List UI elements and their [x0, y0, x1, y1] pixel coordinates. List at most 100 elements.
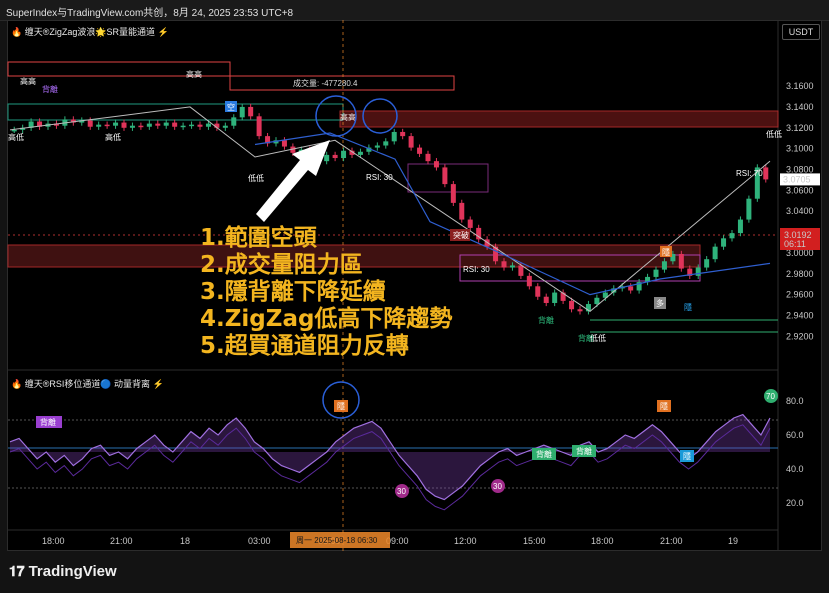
annotation-4: 4.ZigZag低高下降趨勢 — [200, 306, 453, 332]
label-hidden-bull: 隱 — [684, 302, 692, 312]
candle-body — [552, 292, 558, 303]
candle-body — [180, 125, 186, 128]
crosshair-time-label: 周一 2025-08-18 06:30 — [296, 536, 378, 545]
candle-body — [729, 233, 735, 239]
candle-body — [518, 265, 524, 276]
label-high-1: 高高 — [20, 76, 36, 86]
price-tick-label: 3.0400 — [786, 206, 814, 216]
footer-brand: TradingView — [28, 563, 117, 580]
pane2-indicator-label[interactable]: 🔥 缠天®RSI移位通道🔵 动量背离 ⚡ — [11, 377, 164, 390]
label-short: 空 — [227, 102, 235, 112]
candle-body — [172, 122, 178, 127]
candle-body — [763, 167, 769, 180]
candle-body — [433, 161, 439, 168]
price-tick-label: 2.9200 — [786, 331, 814, 341]
pane1-indicator-label[interactable]: 🔥 缠天®ZigZag波浪🌟SR量能通道 ⚡ — [11, 25, 169, 38]
label-low-mid: 高低 — [105, 132, 121, 142]
candle-body — [391, 131, 397, 142]
currency-button[interactable]: USDT — [782, 24, 820, 40]
rsi-shift-line — [9, 424, 771, 511]
rsi-tick-label: 20.0 — [786, 498, 804, 508]
candle-body — [129, 125, 135, 128]
price-tick-label: 2.9600 — [786, 290, 814, 300]
chart-canvas[interactable]: 成交量: -477280.4 3.1600 3.1400 3.1200 3.1000 3.… — [0, 0, 829, 593]
candle-body — [205, 123, 211, 127]
label-high-circle: 高高 — [340, 112, 356, 122]
rsi-tick-label: 40.0 — [786, 464, 804, 474]
candle-body — [653, 269, 659, 277]
rsi-tick-label: 80.0 — [786, 396, 804, 406]
candle-body — [113, 122, 119, 126]
candle-body — [324, 154, 330, 162]
label-peak-low: 低低 — [766, 129, 782, 139]
price-tick-label: 3.1600 — [786, 81, 814, 91]
candle-body — [163, 122, 169, 126]
annotation-5: 5.超買通道阻力反轉 — [200, 333, 409, 359]
candle-body — [341, 150, 347, 159]
label-breakout: 突破 — [453, 230, 469, 240]
label-divergence-bear: 背離 — [42, 84, 58, 94]
time-tick-label: 18:00 — [42, 536, 65, 546]
candle-body — [332, 154, 338, 159]
candle-body — [678, 253, 684, 269]
candle-body — [535, 286, 541, 297]
label-low-bottom: 低低 — [590, 333, 606, 343]
candle-body — [189, 124, 195, 127]
label-high-2: 高高 — [186, 69, 202, 79]
price-tick-label: 3.1400 — [786, 102, 814, 112]
candle-body — [121, 122, 127, 128]
candle-body — [374, 145, 380, 148]
candle-body — [704, 259, 710, 268]
candle-body — [197, 124, 203, 127]
candle-body — [712, 246, 718, 260]
rsi-div-label: 背離 — [40, 417, 56, 427]
candle-body — [239, 106, 245, 118]
rsi-hidden2-label: 隱 — [660, 401, 668, 411]
rsi-div-bull2-label: 背離 — [576, 446, 592, 456]
time-tick-label: 18:00 — [591, 536, 614, 546]
rsi-30a-label: 30 — [397, 487, 406, 496]
rsi-70-label: 70 — [766, 392, 775, 401]
label-hidden-bear: 隱 — [662, 247, 670, 257]
tradingview-logo-icon: 𝟏𝟕 — [9, 563, 25, 579]
candle-body — [442, 167, 448, 185]
candle-body — [138, 125, 144, 128]
label-low-low: 低低 — [248, 173, 264, 183]
candle-body — [746, 198, 752, 220]
price-tick-label: 2.9400 — [786, 311, 814, 321]
candle-body — [256, 116, 262, 137]
last-price-text: 3.0705 — [783, 174, 811, 184]
candle-body — [628, 286, 634, 291]
label-low-left: 高低 — [8, 132, 24, 142]
candle-body — [721, 238, 727, 247]
time-tick-label: 12:00 — [454, 536, 477, 546]
price-tick-label: 3.1200 — [786, 123, 814, 133]
rsi-hidden-bull-label: 隱 — [683, 451, 691, 461]
candle-body — [467, 219, 473, 228]
candle-body — [695, 267, 701, 276]
candle-body — [526, 275, 532, 287]
rsi-div-bull1-label: 背離 — [536, 449, 552, 459]
time-tick-label: 21:00 — [110, 536, 133, 546]
candle-body — [569, 300, 575, 310]
candle-body — [501, 261, 507, 268]
time-tick-label: 18 — [180, 536, 190, 546]
channel-box-purple — [407, 163, 489, 193]
label-div-bull-1: 背離 — [538, 315, 554, 325]
annotation-3: 3.隱背離下降延續 — [200, 279, 386, 305]
candle-body — [577, 309, 583, 312]
countdown-text: 06:11 — [784, 239, 806, 249]
annotation-2: 2.成交量阻力區 — [200, 252, 363, 278]
tradingview-logo[interactable]: 𝟏𝟕 TradingView — [9, 563, 117, 580]
volume-label: 成交量: -477280.4 — [293, 78, 358, 88]
time-tick-label: 19 — [728, 536, 738, 546]
price-tick-label: 3.0600 — [786, 185, 814, 195]
candle-body — [408, 136, 414, 148]
time-tick-label: 21:00 — [660, 536, 683, 546]
candle-body — [146, 123, 152, 127]
price-tick-label: 3.0800 — [786, 165, 814, 175]
annotation-1: 1.範圍空頭 — [200, 225, 317, 251]
price-tick-label: 3.1000 — [786, 144, 814, 154]
candle-body — [459, 202, 465, 220]
volume-resistance-zone — [339, 110, 779, 128]
